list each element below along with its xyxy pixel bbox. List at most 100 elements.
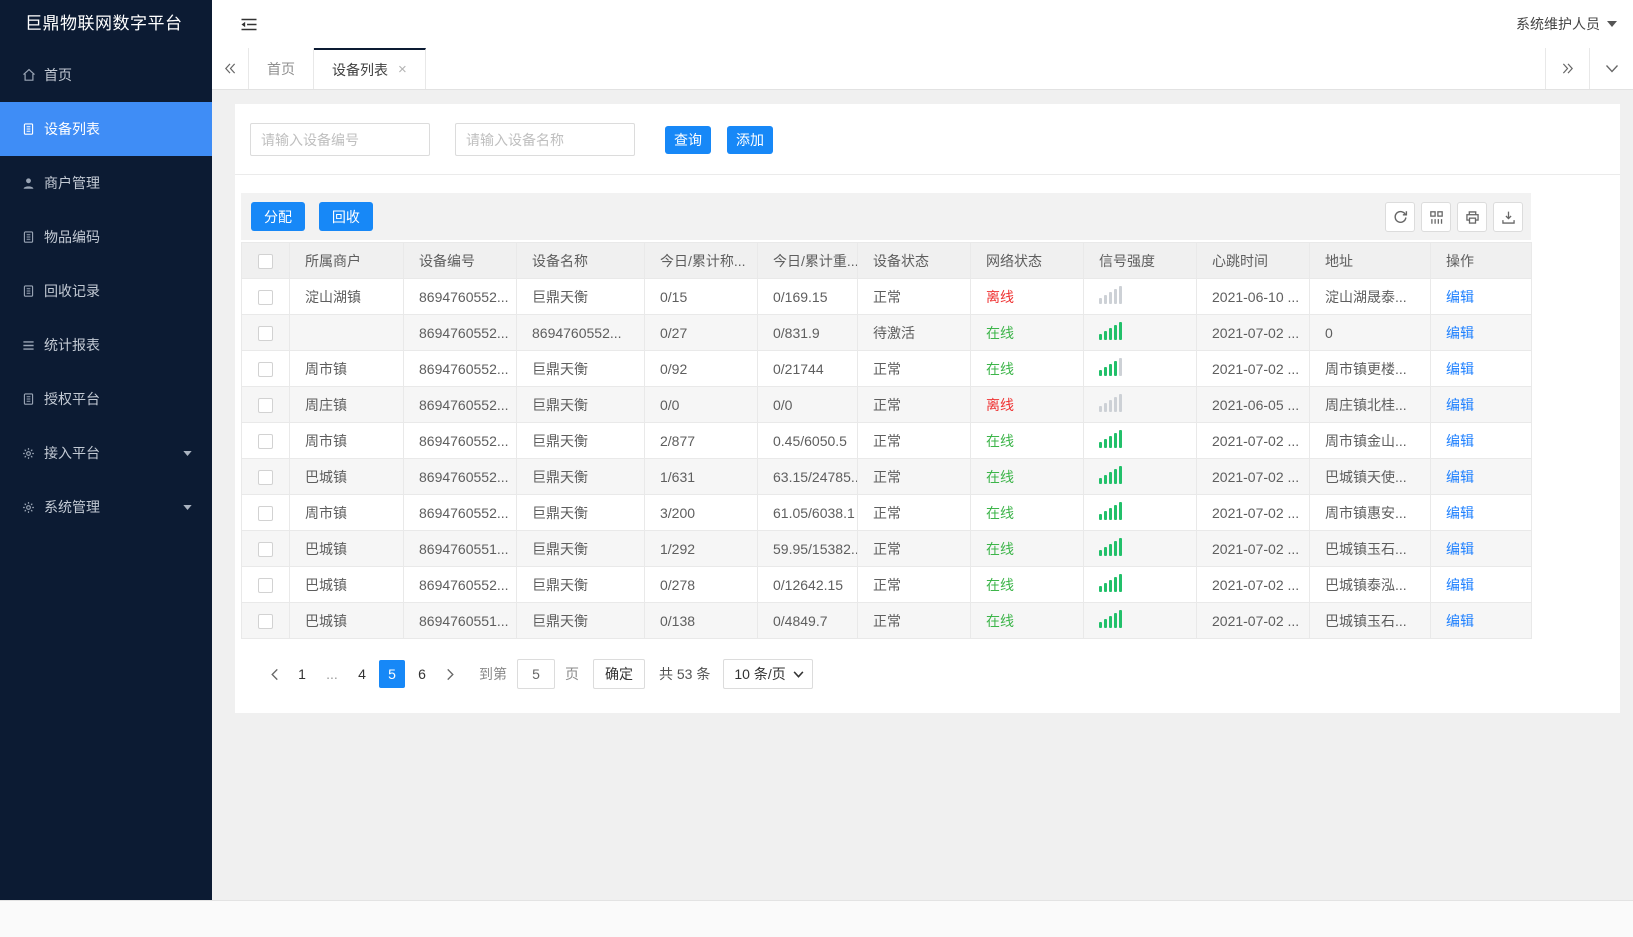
tabs-menu-icon[interactable] xyxy=(1589,48,1633,89)
table-row: 淀山湖镇 8694760552... 巨鼎天衡 0/15 0/169.15 正常 离线 202… xyxy=(241,278,1532,315)
doc-icon xyxy=(22,122,42,136)
sidebar-item-label: 接入平台 xyxy=(44,445,100,461)
add-button[interactable]: 添加 xyxy=(727,125,773,154)
cell-today-weight: 0/21744 xyxy=(757,350,858,387)
next-page-icon[interactable] xyxy=(437,660,463,688)
user-menu[interactable]: 系统维护人员 xyxy=(1516,14,1617,34)
row-checkbox[interactable] xyxy=(258,325,273,341)
user-name: 系统维护人员 xyxy=(1516,16,1600,32)
cell-today-weight: 0/169.15 xyxy=(757,278,858,315)
sidebar-item-item-coding[interactable]: 物品编码 xyxy=(0,210,212,264)
page-number-1[interactable]: 1 xyxy=(289,660,315,688)
tab-home[interactable]: 首页 xyxy=(249,48,314,89)
sidebar-item-device-list[interactable]: 设备列表 xyxy=(0,102,212,156)
edit-link[interactable]: 编辑 xyxy=(1446,613,1474,629)
print-icon[interactable] xyxy=(1457,202,1487,232)
recycle-button[interactable]: 回收 xyxy=(318,202,373,231)
user-icon xyxy=(22,177,42,190)
page: 巨鼎物联网数字平台 首页 设备列表 商户管理 物品编码 回收记录 统计报表 授权平台 接入平台… xyxy=(0,0,1633,937)
edit-link[interactable]: 编辑 xyxy=(1446,469,1474,485)
row-checkbox[interactable] xyxy=(258,433,273,449)
row-checkbox[interactable] xyxy=(258,541,273,557)
tabs-scroll-right-icon[interactable] xyxy=(1545,48,1589,89)
row-checkbox[interactable] xyxy=(258,361,273,377)
allocate-button[interactable]: 分配 xyxy=(251,202,305,231)
doc-icon xyxy=(22,230,42,244)
query-button[interactable]: 查询 xyxy=(665,125,711,154)
device-no-input[interactable] xyxy=(250,123,430,156)
table-row: 周市镇 8694760552... 巨鼎天衡 2/877 0.45/6050.5 正常 在线… xyxy=(241,422,1532,459)
tabs-scroll-left-icon[interactable] xyxy=(212,48,249,89)
cell-merchant: 淀山湖镇 xyxy=(289,278,404,315)
cell-device-name: 巨鼎天衡 xyxy=(516,602,645,639)
cell-action: 编辑 xyxy=(1430,530,1532,567)
confirm-button[interactable]: 确定 xyxy=(593,659,645,689)
row-checkbox[interactable] xyxy=(258,397,273,413)
cell-network-status: 在线 xyxy=(970,350,1084,387)
tabbar-right-controls xyxy=(1545,48,1633,89)
sidebar-item-label: 物品编码 xyxy=(44,229,100,245)
sidebar-item-authorization-platform[interactable]: 授权平台 xyxy=(0,372,212,426)
cell-heartbeat: 2021-07-02 ... xyxy=(1196,458,1310,495)
edit-link[interactable]: 编辑 xyxy=(1446,397,1474,413)
edit-link[interactable]: 编辑 xyxy=(1446,433,1474,449)
table-row: 巴城镇 8694760551... 巨鼎天衡 0/138 0/4849.7 正常 在线 202… xyxy=(241,602,1532,639)
network-status-text: 在线 xyxy=(986,360,1014,377)
edit-link[interactable]: 编辑 xyxy=(1446,505,1474,521)
edit-link[interactable]: 编辑 xyxy=(1446,325,1474,341)
page-number-4[interactable]: 4 xyxy=(349,660,375,688)
cell-device-name: 巨鼎天衡 xyxy=(516,350,645,387)
network-status-text: 在线 xyxy=(986,468,1014,485)
tab-device-list[interactable]: 设备列表 × xyxy=(314,48,426,89)
sidebar-item-label: 授权平台 xyxy=(44,391,100,407)
sidebar-collapse-icon[interactable] xyxy=(240,17,258,32)
table-row: 巴城镇 8694760552... 巨鼎天衡 0/278 0/12642.15 正常 在线 2… xyxy=(241,566,1532,603)
device-name-input[interactable] xyxy=(455,123,635,156)
cell-action: 编辑 xyxy=(1430,494,1532,531)
table-row: 巴城镇 8694760551... 巨鼎天衡 1/292 59.95/15382... 正… xyxy=(241,530,1532,567)
caret-down-icon xyxy=(183,504,192,510)
row-checkbox[interactable] xyxy=(258,289,273,305)
edit-link[interactable]: 编辑 xyxy=(1446,541,1474,557)
sidebar-item-system-management[interactable]: 系统管理 xyxy=(0,480,212,534)
sidebar-item-statistics-report[interactable]: 统计报表 xyxy=(0,318,212,372)
sidebar-item-home[interactable]: 首页 xyxy=(0,48,212,102)
column-header: 设备名称 xyxy=(516,242,645,279)
row-checkbox[interactable] xyxy=(258,613,273,629)
edit-link[interactable]: 编辑 xyxy=(1446,577,1474,593)
column-header: 今日/累计重... xyxy=(757,242,858,279)
cell-heartbeat: 2021-07-02 ... xyxy=(1196,350,1310,387)
page-size-value: 10 条/页 xyxy=(734,666,786,682)
goto-page-input[interactable] xyxy=(517,659,555,689)
cell-device-no: 8694760552... xyxy=(403,314,517,351)
export-icon[interactable] xyxy=(1493,202,1523,232)
sidebar-item-access-platform[interactable]: 接入平台 xyxy=(0,426,212,480)
page-number-5[interactable]: 5 xyxy=(379,660,405,688)
refresh-icon[interactable] xyxy=(1385,202,1415,232)
select-all-checkbox[interactable] xyxy=(258,253,273,269)
cell-signal xyxy=(1083,386,1197,423)
row-checkbox[interactable] xyxy=(258,469,273,485)
table-row: 周庄镇 8694760552... 巨鼎天衡 0/0 0/0 正常 离线 2021-06-05… xyxy=(241,386,1532,423)
page-size-select[interactable]: 10 条/页 xyxy=(723,659,813,689)
cell-device-status: 待激活 xyxy=(857,314,971,351)
network-status-text: 在线 xyxy=(986,540,1014,557)
sidebar-item-recycle-records[interactable]: 回收记录 xyxy=(0,264,212,318)
prev-page-icon[interactable] xyxy=(261,660,287,688)
sidebar-item-merchant-management[interactable]: 商户管理 xyxy=(0,156,212,210)
row-checkbox[interactable] xyxy=(258,505,273,521)
cell-address: 淀山湖晟泰... xyxy=(1309,278,1431,315)
page-number-6[interactable]: 6 xyxy=(409,660,435,688)
close-icon[interactable]: × xyxy=(398,62,407,77)
page-unit-label: 页 xyxy=(565,666,579,682)
edit-link[interactable]: 编辑 xyxy=(1446,361,1474,377)
edit-link[interactable]: 编辑 xyxy=(1446,289,1474,305)
column-header: 操作 xyxy=(1430,242,1532,279)
cell-device-status: 正常 xyxy=(857,278,971,315)
columns-icon[interactable] xyxy=(1421,202,1451,232)
cell-network-status: 在线 xyxy=(970,602,1084,639)
row-checkbox[interactable] xyxy=(258,577,273,593)
sidebar-nav: 首页 设备列表 商户管理物品编码回收记录 统计报表授权平台接入平台系统管理 xyxy=(0,48,212,534)
cell-today-count: 0/92 xyxy=(644,350,758,387)
cell-today-count: 0/15 xyxy=(644,278,758,315)
